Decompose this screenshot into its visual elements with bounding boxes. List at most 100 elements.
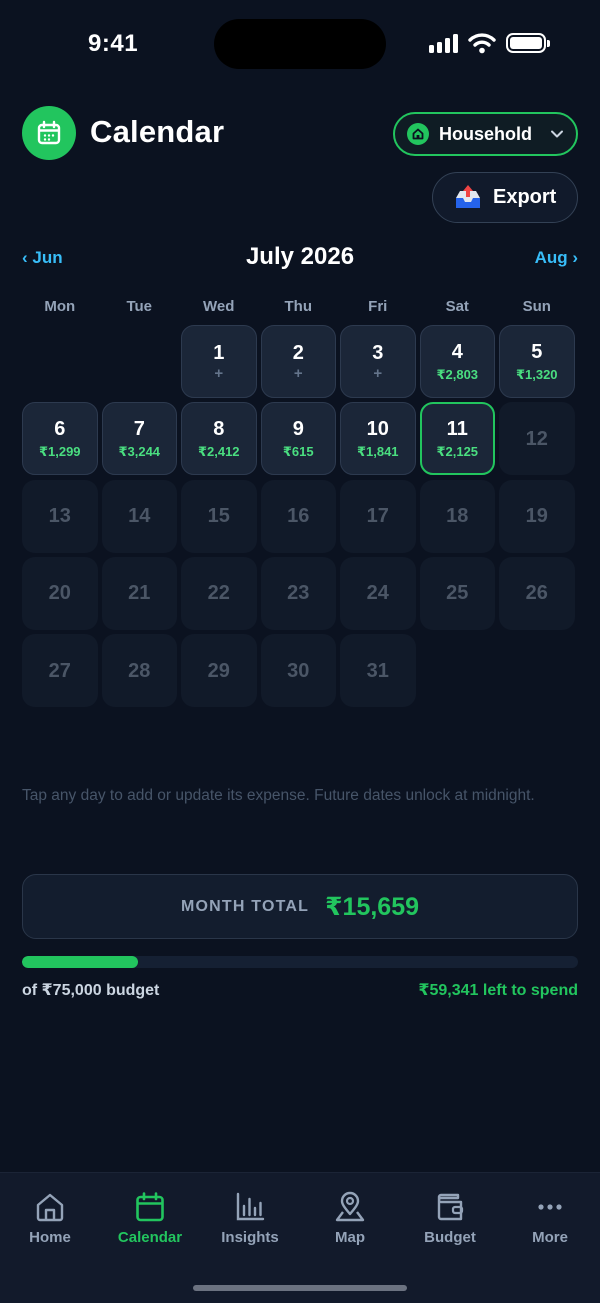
future-day-cell: 25	[419, 556, 495, 630]
day-number: 14	[128, 505, 151, 528]
day-number: 24	[366, 582, 389, 605]
status-icons	[429, 32, 550, 54]
budget-progress-bar	[22, 956, 578, 968]
battery-icon	[506, 33, 550, 53]
future-day-cell: 18	[419, 479, 495, 553]
day-number: 2	[292, 342, 304, 364]
tab-label: Calendar	[117, 1229, 183, 1246]
day-cell-selected[interactable]: 11 ₹2,125	[419, 402, 495, 476]
day-number: 12	[525, 427, 548, 450]
day-number: 6	[54, 417, 66, 440]
budget-progress-fill	[22, 956, 139, 968]
tab-label: More	[532, 1229, 568, 1246]
future-day-cell: 29	[181, 634, 257, 708]
add-expense-icon: +	[214, 365, 224, 382]
export-label: Export	[493, 186, 557, 208]
day-cell[interactable]: 3 +	[340, 325, 416, 398]
page-title: Calendar	[90, 114, 225, 149]
day-number: 1	[213, 342, 225, 364]
map-pin-icon	[335, 1191, 365, 1222]
day-cell[interactable]: 7 ₹3,244	[101, 402, 177, 476]
future-day-cell: 15	[181, 479, 257, 553]
month-navigation: ‹ Jun July 2026 Aug ›	[22, 242, 578, 276]
chevron-down-icon	[551, 130, 563, 138]
month-total-card: MONTH TOTAL ₹15,659	[22, 874, 578, 939]
calendar-icon	[136, 1192, 164, 1222]
household-label: Household	[439, 123, 532, 144]
future-day-cell: 16	[260, 479, 336, 553]
weekday-header: Mon Tue Wed Thu Fri Sat Sun	[22, 298, 578, 315]
future-day-cell: 30	[260, 634, 336, 708]
empty-day-cell	[102, 325, 178, 398]
day-cell[interactable]: 1 +	[181, 325, 257, 398]
day-amount: ₹1,320	[515, 366, 558, 382]
day-number: 3	[372, 342, 384, 364]
future-day-cell: 26	[499, 556, 575, 630]
day-number: 11	[446, 417, 468, 440]
budget-remaining-text: ₹59,341 left to spend	[418, 982, 578, 999]
tab-budget[interactable]: Budget	[400, 1191, 500, 1246]
dynamic-island	[214, 19, 386, 69]
future-day-cell: 13	[22, 479, 98, 553]
future-day-cell: 23	[260, 556, 336, 630]
home-indicator	[193, 1285, 407, 1291]
future-day-cell: 19	[499, 479, 575, 553]
status-time: 9:41	[88, 30, 139, 57]
signal-icon	[429, 33, 458, 53]
tab-map[interactable]: Map	[300, 1191, 400, 1246]
day-cell[interactable]: 8 ₹2,412	[181, 402, 257, 476]
day-cell[interactable]: 6 ₹1,299	[22, 402, 98, 476]
tab-label: Budget	[424, 1229, 476, 1246]
calendar-app-icon	[22, 106, 76, 160]
future-day-cell: 12	[499, 402, 575, 476]
day-cell[interactable]: 9 ₹615	[260, 402, 336, 476]
next-month-link[interactable]: Aug ›	[535, 248, 578, 268]
empty-day-cell	[22, 325, 98, 398]
wifi-icon	[468, 33, 496, 54]
weekday-label: Mon	[44, 298, 76, 315]
day-cell[interactable]: 2 +	[260, 325, 336, 398]
tab-insights[interactable]: Insights	[200, 1191, 300, 1246]
day-number: 29	[207, 659, 230, 682]
day-number: 10	[366, 417, 389, 440]
month-total-value: ₹15,659	[325, 892, 420, 921]
tab-label: Home	[29, 1229, 71, 1246]
day-number: 9	[292, 417, 304, 440]
weekday-label: Sun	[522, 298, 551, 315]
outbox-tray-icon	[456, 184, 480, 208]
day-amount: ₹2,803	[436, 366, 479, 382]
future-day-cell: 27	[22, 634, 98, 708]
house-icon	[407, 123, 429, 145]
future-day-cell: 24	[340, 556, 416, 630]
tab-label: Map	[335, 1229, 365, 1246]
export-button[interactable]: Export	[432, 172, 578, 223]
tab-bar: Home Calendar Insights Map Budget More	[0, 1172, 600, 1303]
day-number: 23	[287, 582, 310, 605]
future-day-cell: 21	[101, 556, 177, 630]
day-amount: ₹3,244	[118, 443, 161, 459]
future-day-cell: 14	[101, 479, 177, 553]
household-selector-button[interactable]: Household	[393, 112, 578, 156]
day-amount: ₹1,841	[356, 443, 399, 459]
day-number: 8	[213, 417, 225, 440]
tab-more[interactable]: More	[500, 1191, 600, 1246]
weekday-label: Thu	[284, 298, 313, 315]
weekday-label: Wed	[203, 298, 235, 315]
day-number: 25	[446, 582, 469, 605]
day-cell[interactable]: 10 ₹1,841	[340, 402, 416, 476]
weekday-label: Tue	[126, 298, 153, 315]
tab-calendar[interactable]: Calendar	[100, 1191, 200, 1246]
weekday-label: Sat	[445, 298, 469, 315]
add-expense-icon: +	[373, 365, 383, 382]
day-cell[interactable]: 5 ₹1,320	[499, 325, 575, 398]
day-amount: ₹1,299	[38, 443, 81, 459]
day-number: 31	[366, 659, 389, 682]
tab-home[interactable]: Home	[0, 1191, 100, 1246]
day-number: 26	[525, 582, 548, 605]
day-number: 13	[48, 505, 71, 528]
day-number: 7	[133, 417, 145, 440]
day-number: 28	[128, 659, 151, 682]
day-cell[interactable]: 4 ₹2,803	[419, 325, 495, 398]
day-number: 19	[525, 505, 548, 528]
day-number: 18	[446, 505, 469, 528]
